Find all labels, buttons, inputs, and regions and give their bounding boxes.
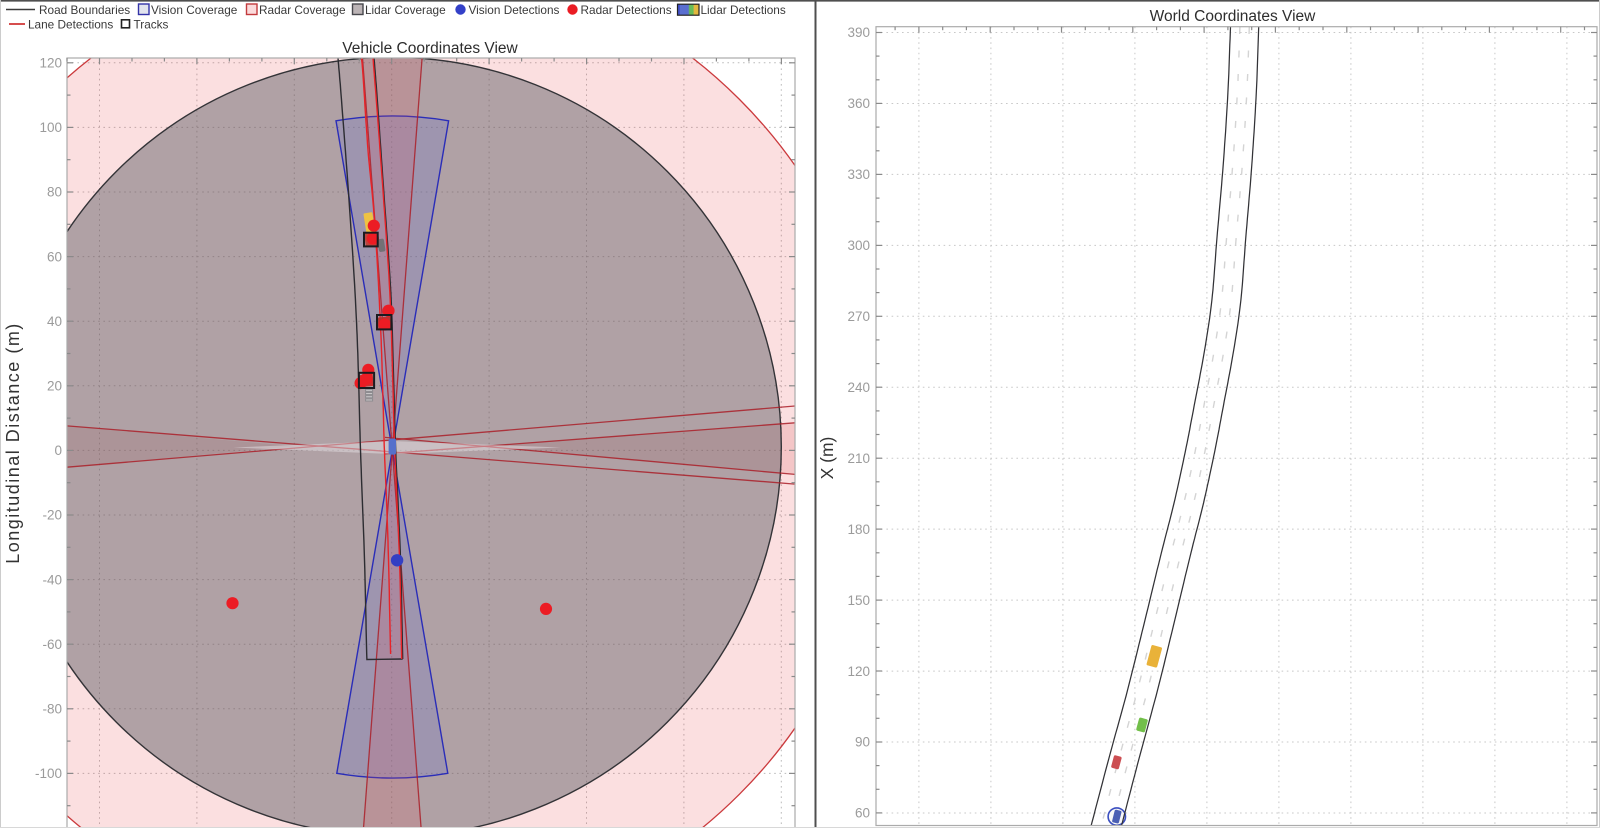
svg-text:300: 300	[847, 238, 870, 253]
svg-text:Lidar Coverage: Lidar Coverage	[365, 3, 446, 17]
svg-text:World Coordinates View: World Coordinates View	[1150, 8, 1317, 25]
svg-text:Vision Coverage: Vision Coverage	[151, 3, 238, 17]
svg-text:Road Boundaries: Road Boundaries	[39, 3, 130, 17]
svg-text:Radar Coverage: Radar Coverage	[259, 3, 346, 17]
svg-text:240: 240	[847, 380, 870, 395]
svg-text:Vision Detections: Vision Detections	[469, 3, 560, 17]
svg-text:Tracks: Tracks	[134, 17, 169, 31]
svg-text:60: 60	[47, 249, 62, 264]
svg-text:100: 100	[39, 120, 62, 135]
svg-text:330: 330	[847, 167, 870, 182]
svg-text:120: 120	[847, 664, 870, 679]
svg-text:Longitudinal Distance (m): Longitudinal Distance (m)	[3, 322, 23, 564]
svg-text:Lane Detections: Lane Detections	[28, 17, 113, 31]
svg-text:-100: -100	[35, 766, 62, 781]
svg-text:Radar Detections: Radar Detections	[581, 3, 672, 17]
svg-text:-80: -80	[42, 702, 62, 717]
svg-text:-40: -40	[42, 572, 62, 587]
svg-text:80: 80	[47, 185, 62, 200]
svg-text:Lidar Detections: Lidar Detections	[701, 3, 786, 17]
svg-text:-60: -60	[42, 637, 62, 652]
svg-text:X (m): X (m)	[817, 437, 837, 480]
svg-text:180: 180	[847, 522, 870, 537]
svg-text:Vehicle Coordinates View: Vehicle Coordinates View	[342, 40, 518, 57]
svg-text:40: 40	[47, 314, 62, 329]
svg-text:20: 20	[47, 379, 62, 394]
svg-text:150: 150	[847, 593, 870, 608]
svg-text:90: 90	[855, 735, 870, 750]
svg-text:-20: -20	[42, 508, 62, 523]
svg-text:120: 120	[39, 56, 62, 71]
svg-text:210: 210	[847, 451, 870, 466]
svg-text:390: 390	[847, 25, 870, 40]
svg-text:60: 60	[855, 806, 870, 821]
svg-text:270: 270	[847, 309, 870, 324]
svg-text:360: 360	[847, 96, 870, 111]
svg-text:0: 0	[54, 443, 62, 458]
